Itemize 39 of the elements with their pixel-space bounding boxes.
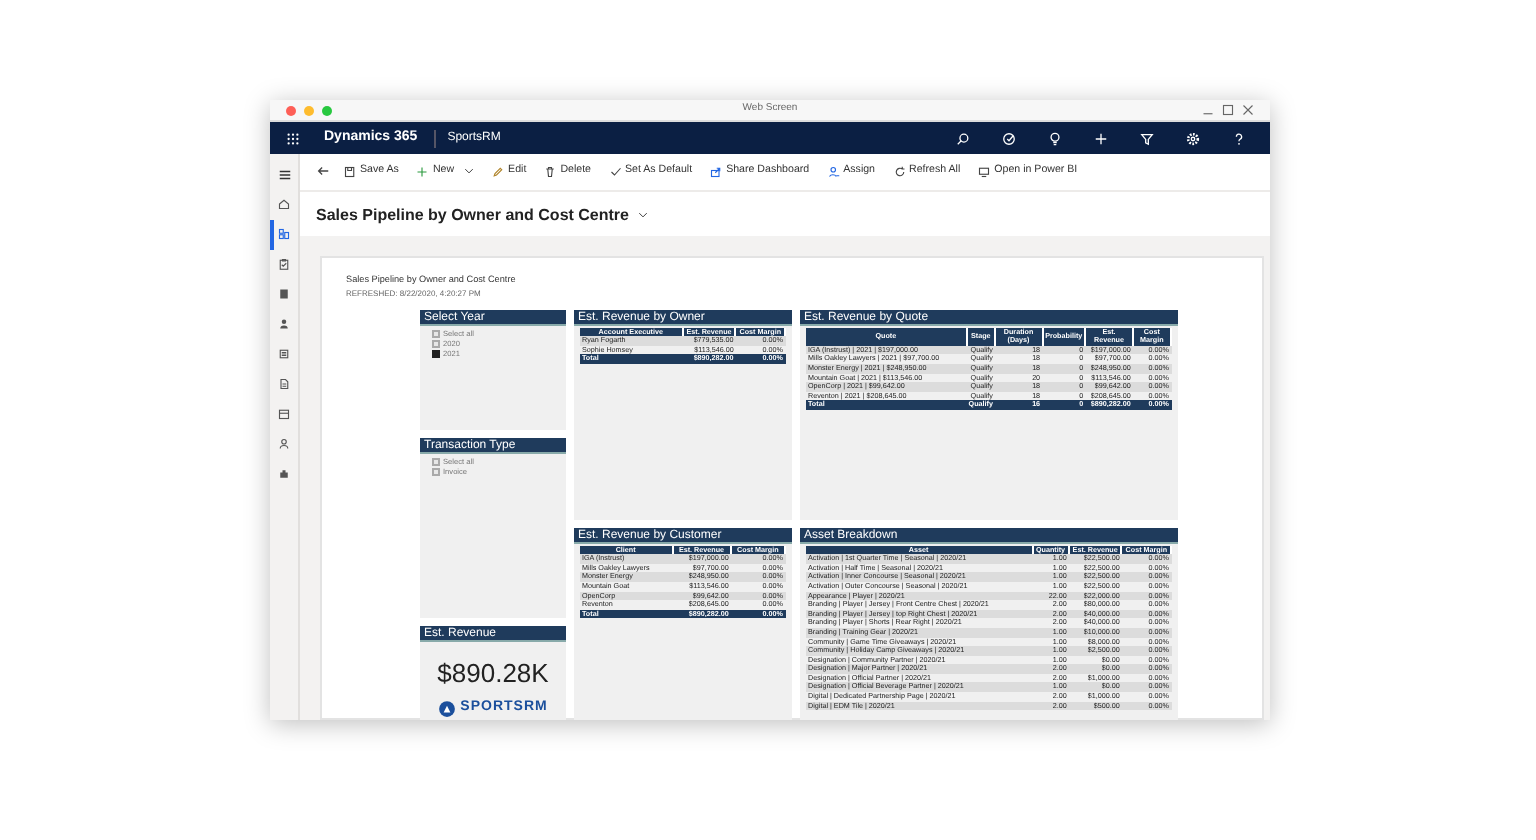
contact-icon xyxy=(278,438,290,451)
app-launcher-icon[interactable] xyxy=(286,131,300,146)
checkbox[interactable] xyxy=(432,330,439,338)
trash-icon xyxy=(544,165,557,178)
checkbox[interactable] xyxy=(432,468,439,476)
revenue-value: $890.28K xyxy=(435,655,551,692)
checkbox[interactable] xyxy=(432,350,439,358)
document-icon xyxy=(278,378,290,391)
refresh-icon xyxy=(893,165,906,178)
pencil-icon xyxy=(492,165,505,178)
lightbulb-icon[interactable] xyxy=(1048,131,1062,146)
clipboard-icon xyxy=(278,258,290,271)
close-icon[interactable] xyxy=(1242,104,1254,117)
share-icon xyxy=(710,165,723,178)
calendar-icon xyxy=(278,408,290,421)
close-button[interactable] xyxy=(286,105,296,116)
settings-icon[interactable] xyxy=(1186,131,1200,146)
checkbox[interactable] xyxy=(432,340,439,348)
person-icon xyxy=(827,165,840,178)
checkbox[interactable] xyxy=(432,458,439,466)
chevron-down-icon[interactable] xyxy=(637,210,647,221)
maximize-icon[interactable] xyxy=(1222,104,1234,117)
menu-icon[interactable] xyxy=(277,167,291,182)
plus-icon xyxy=(416,165,429,178)
page-title: Sales Pipeline by Owner and Cost Centre xyxy=(316,203,629,228)
list-icon xyxy=(278,348,290,361)
monitor-icon xyxy=(978,165,991,178)
dashboard-icon xyxy=(278,228,290,241)
help-icon[interactable] xyxy=(1232,131,1246,146)
search-icon[interactable] xyxy=(956,131,970,146)
checkmark-icon xyxy=(609,165,621,178)
home-icon xyxy=(278,198,290,211)
back-icon[interactable] xyxy=(316,164,330,179)
logo-icon xyxy=(438,699,457,718)
filter-icon[interactable] xyxy=(1140,131,1154,146)
caret-icon xyxy=(464,166,475,177)
plus-icon[interactable] xyxy=(1094,131,1108,146)
person-icon xyxy=(278,318,290,331)
save-as-icon xyxy=(344,165,356,178)
